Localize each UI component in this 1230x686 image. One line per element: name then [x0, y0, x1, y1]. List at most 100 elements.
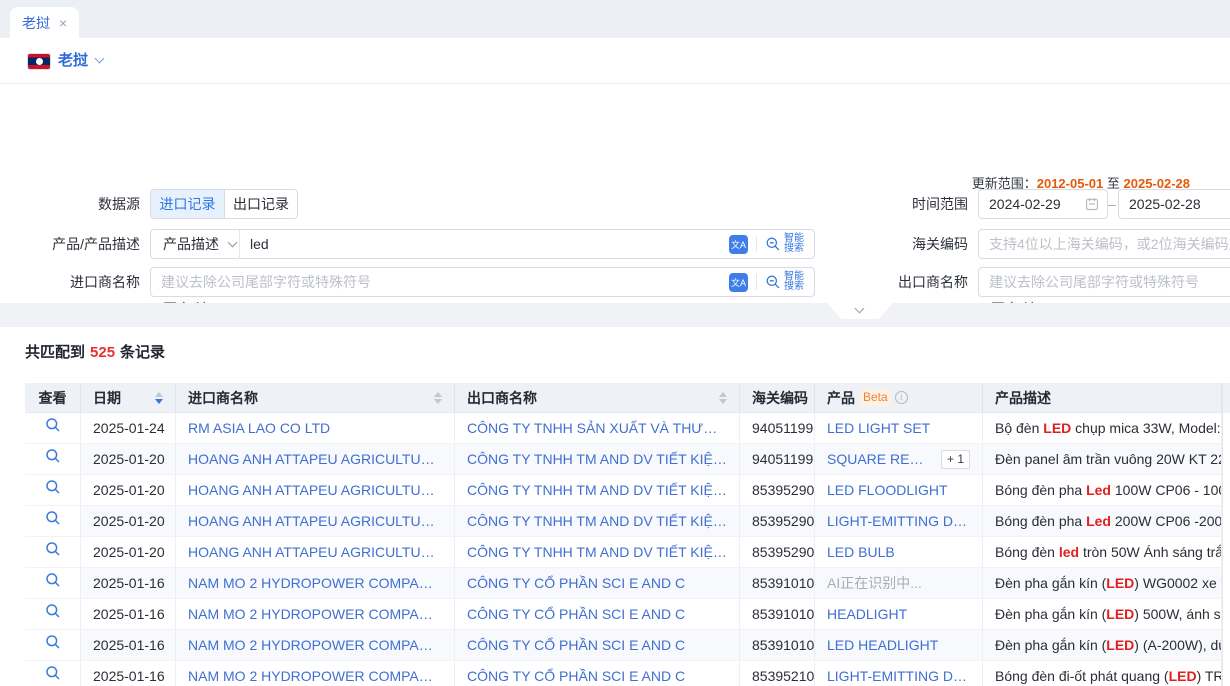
caret-up-icon — [719, 392, 727, 397]
table-row: 2025-01-20HOANG ANH ATTAPEU AGRICULTURE … — [25, 444, 1222, 475]
column-header-7: 产品描述 — [983, 383, 1222, 413]
description-text: 200W CP06 -200... — [1111, 506, 1222, 536]
exporter-link[interactable]: CÔNG TY TNHH SẢN XUẤT VÀ THƯƠNG M... — [467, 413, 727, 443]
keyword-highlight: Led — [1086, 475, 1111, 505]
column-label: 日期 — [93, 383, 121, 413]
column-label: 产品 — [827, 383, 855, 413]
chevron-down-icon — [228, 238, 238, 248]
keyword-highlight: LED — [1169, 661, 1197, 686]
importer-link[interactable]: NAM MO 2 HYDROPOWER COMPANY LIMI... — [188, 568, 442, 598]
view-details-button[interactable] — [45, 413, 61, 443]
caret-up-icon — [155, 392, 163, 397]
importer-link[interactable]: HOANG ANH ATTAPEU AGRICULTURE DEVE... — [188, 475, 442, 505]
tab-import-records[interactable]: 进口记录 — [151, 190, 224, 218]
importer-link[interactable]: HOANG ANH ATTAPEU AGRICULTURE DEVE... — [188, 444, 442, 474]
date-cell: 2025-01-16 — [81, 568, 176, 599]
hs-code-input[interactable] — [979, 230, 1230, 258]
importer-cell: HOANG ANH ATTAPEU AGRICULTURE DEVE... — [176, 444, 455, 475]
view-details-button[interactable] — [45, 506, 61, 536]
product-link[interactable]: LIGHT-EMITTING DIO... — [827, 506, 970, 536]
importer-link[interactable]: NAM MO 2 HYDROPOWER COMPANY LIMI... — [188, 630, 442, 660]
sort-carets[interactable] — [719, 392, 727, 404]
date-to-box — [1118, 189, 1230, 219]
exporter-link[interactable]: CÔNG TY CỔ PHẦN SCI E AND C — [467, 599, 685, 629]
date-cell: 2025-01-24 — [81, 413, 176, 444]
chevron-down-icon[interactable] — [95, 54, 105, 64]
date-cell: 2025-01-20 — [81, 537, 176, 568]
info-icon[interactable]: i — [895, 391, 908, 404]
exporter-cell: CÔNG TY TNHH TM AND DV TIẾT KIỆM NĂ... — [455, 475, 740, 506]
product-keyword-input[interactable] — [240, 230, 729, 258]
sort-carets[interactable] — [434, 392, 442, 404]
view-details-button[interactable] — [45, 661, 61, 686]
exporter-link[interactable]: CÔNG TY CỔ PHẦN SCI E AND C — [467, 661, 685, 686]
hs-code-cell: 85395290 — [740, 537, 815, 568]
tab-export-records[interactable]: 出口记录 — [224, 190, 297, 218]
view-details-button[interactable] — [45, 475, 61, 505]
product-cell: SQUARE RECESS... + 1 — [815, 444, 983, 475]
view-cell — [25, 599, 81, 630]
importer-link[interactable]: HOANG ANH ATTAPEU AGRICULTURE DEVE... — [188, 506, 442, 536]
smart-search-button[interactable]: 智能搜索 — [765, 234, 804, 254]
exporter-link[interactable]: CÔNG TY TNHH TM AND DV TIẾT KIỆM NĂ... — [467, 444, 727, 474]
exporter-name-input[interactable] — [979, 268, 1230, 296]
importer-link[interactable]: NAM MO 2 HYDROPOWER COMPANY LIMI... — [188, 599, 442, 629]
view-details-button[interactable] — [45, 537, 61, 567]
calendar-icon[interactable] — [1085, 197, 1099, 211]
view-details-button[interactable] — [45, 630, 61, 660]
date-cell: 2025-01-20 — [81, 475, 176, 506]
exporter-link[interactable]: CÔNG TY TNHH TM AND DV TIẾT KIỆM NĂ... — [467, 506, 727, 536]
table-scrollbar-gutter[interactable] — [1222, 383, 1230, 686]
translate-icon[interactable]: 文A — [729, 273, 748, 292]
description-text: ) TR... — [1197, 661, 1222, 686]
date-from-input[interactable] — [979, 196, 1085, 212]
tab-laos[interactable]: 老挝 × — [10, 7, 79, 38]
date-to-input[interactable] — [1119, 196, 1230, 212]
exporter-link[interactable]: CÔNG TY TNHH TM AND DV TIẾT KIỆM NĂ... — [467, 537, 727, 567]
country-selector[interactable]: 老挝 — [58, 38, 88, 84]
exporter-link[interactable]: CÔNG TY CỔ PHẦN SCI E AND C — [467, 630, 685, 660]
more-products-badge[interactable]: + 1 — [941, 450, 970, 469]
summary-prefix: 共匹配到 — [25, 344, 85, 361]
magnifier-icon — [45, 510, 61, 526]
column-header-4[interactable]: 出口商名称 — [455, 383, 740, 413]
exporter-link[interactable]: CÔNG TY TNHH TM AND DV TIẾT KIỆM NĂ... — [467, 475, 727, 505]
description-text: Đèn panel âm trần vuông 20W KT 22... — [995, 444, 1222, 474]
importer-link[interactable]: NAM MO 2 HYDROPOWER COMPANY LIMI... — [188, 661, 442, 686]
importer-name-input[interactable] — [151, 268, 729, 296]
exporter-link[interactable]: CÔNG TY CỔ PHẦN SCI E AND C — [467, 568, 685, 598]
description-cell: Đèn pha gắn kín (LED) (A-200W), dù... — [983, 630, 1222, 661]
divider — [756, 274, 757, 290]
column-label: 出口商名称 — [467, 383, 537, 413]
view-details-button[interactable] — [45, 599, 61, 629]
column-header-3[interactable]: 进口商名称 — [176, 383, 455, 413]
translate-icon[interactable]: 文A — [729, 235, 748, 254]
view-details-button[interactable] — [45, 568, 61, 598]
hs-code-control — [978, 229, 1230, 259]
product-link[interactable]: LED FLOODLIGHT — [827, 475, 948, 505]
panel-gap — [0, 303, 1230, 327]
column-header-2[interactable]: 日期 — [81, 383, 176, 413]
product-field-select[interactable]: 产品描述 — [151, 234, 239, 254]
view-details-button[interactable] — [45, 444, 61, 474]
product-link[interactable]: LIGHT-EMITTING DIO... — [827, 661, 970, 686]
product-link[interactable]: LED LIGHT SET — [827, 413, 930, 443]
importer-link[interactable]: HOANG ANH ATTAPEU AGRICULTURE DEVE... — [188, 537, 442, 567]
collapse-handle[interactable] — [827, 303, 893, 319]
smart-search-button[interactable]: 智能搜索 — [765, 272, 804, 292]
description-text: Bộ đèn — [995, 413, 1043, 443]
product-cell: LED BULB — [815, 537, 983, 568]
importer-cell: NAM MO 2 HYDROPOWER COMPANY LIMI... — [176, 630, 455, 661]
tab-close-icon[interactable]: × — [59, 16, 67, 30]
product-link[interactable]: LED HEADLIGHT — [827, 630, 938, 660]
exporter-cell: CÔNG TY TNHH TM AND DV TIẾT KIỆM NĂ... — [455, 537, 740, 568]
product-link[interactable]: LED BULB — [827, 537, 895, 567]
importer-cell: NAM MO 2 HYDROPOWER COMPANY LIMI... — [176, 568, 455, 599]
caret-down-icon — [434, 399, 442, 404]
product-link[interactable]: HEADLIGHT — [827, 599, 907, 629]
table-row: 2025-01-16NAM MO 2 HYDROPOWER COMPANY LI… — [25, 599, 1222, 630]
magnifier-icon — [45, 665, 61, 681]
product-link[interactable]: SQUARE RECESS... — [827, 444, 933, 474]
importer-link[interactable]: RM ASIA LAO CO LTD — [188, 413, 330, 443]
sort-carets[interactable] — [155, 392, 163, 404]
